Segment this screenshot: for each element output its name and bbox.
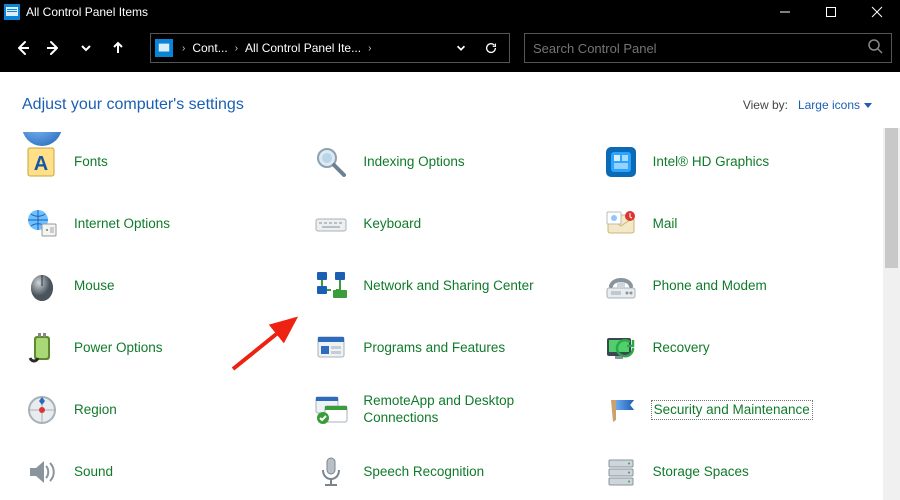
programs-features-icon [311,328,351,368]
item-phone-modem[interactable]: Phone and Modem [601,264,882,308]
address-bar-icon [155,39,173,57]
phone-modem-icon [601,266,641,306]
forward-button[interactable] [40,34,68,62]
item-sound[interactable]: Sound [22,450,303,494]
item-keyboard[interactable]: Keyboard [311,202,592,246]
speech-recognition-icon [311,452,351,492]
remoteapp-icon [311,390,351,430]
item-region[interactable]: Region [22,388,303,432]
breadcrumb-all-items[interactable]: All Control Panel Ite... [243,41,363,55]
item-label: Indexing Options [363,154,464,171]
item-programs-features[interactable]: Programs and Features [311,326,592,370]
item-network-sharing-center[interactable]: Network and Sharing Center [311,264,592,308]
item-remoteapp-desktop[interactable]: RemoteApp and Desktop Connections [311,388,592,432]
intel-graphics-icon [601,142,641,182]
back-button[interactable] [8,34,36,62]
window-title: All Control Panel Items [26,5,762,19]
page-heading: Adjust your computer's settings [22,96,743,114]
sound-icon [22,452,62,492]
viewby-value: Large icons [798,98,860,112]
vertical-scrollbar[interactable] [883,128,900,500]
item-mouse[interactable]: Mouse [22,264,303,308]
recent-locations-button[interactable] [72,34,100,62]
storage-spaces-icon [601,452,641,492]
keyboard-icon [311,204,351,244]
item-label: Phone and Modem [653,278,767,295]
item-label: Region [74,402,117,419]
search-icon[interactable] [867,38,883,59]
scrollbar-thumb[interactable] [885,128,898,268]
item-label: Sound [74,464,113,481]
item-storage-spaces[interactable]: Storage Spaces [601,450,882,494]
item-fonts[interactable]: A Fonts [22,140,303,184]
item-grid: A Fonts Indexing Options Intel® HD Graph… [0,140,900,494]
breadcrumb-control-panel[interactable]: Cont... [190,41,229,55]
mouse-icon [22,266,62,306]
viewby-selector[interactable]: Large icons [798,98,872,112]
item-label: Security and Maintenance [653,402,811,419]
svg-text:A: A [34,153,48,175]
search-bar[interactable] [524,33,892,63]
breadcrumb-separator: › [232,43,241,54]
item-label: Storage Spaces [653,464,749,481]
power-options-icon [22,328,62,368]
item-label: Network and Sharing Center [363,278,533,295]
content-area: Adjust your computer's settings View by:… [0,72,900,500]
security-maintenance-icon [601,390,641,430]
close-button[interactable] [854,0,900,24]
mail-icon [601,204,641,244]
viewby-label: View by: [743,98,788,112]
breadcrumb-separator: › [365,43,374,54]
item-label: Mouse [74,278,115,295]
item-security-maintenance[interactable]: Security and Maintenance [601,388,882,432]
item-indexing-options[interactable]: Indexing Options [311,140,592,184]
app-icon [4,4,20,20]
item-label: RemoteApp and Desktop Connections [363,393,543,427]
fonts-icon: A [22,142,62,182]
item-mail[interactable]: Mail [601,202,882,246]
item-label: Power Options [74,340,163,357]
item-speech-recognition[interactable]: Speech Recognition [311,450,592,494]
indexing-icon [311,142,351,182]
item-label: Speech Recognition [363,464,484,481]
address-bar[interactable]: › Cont... › All Control Panel Ite... › [150,33,510,63]
recovery-icon [601,328,641,368]
internet-options-icon [22,204,62,244]
network-icon [311,266,351,306]
chevron-down-icon [864,103,872,108]
item-label: Mail [653,216,678,233]
item-label: Intel® HD Graphics [653,154,769,171]
item-label: Fonts [74,154,108,171]
item-recovery[interactable]: Recovery [601,326,882,370]
item-label: Internet Options [74,216,170,233]
breadcrumb-separator: › [179,43,188,54]
item-label: Programs and Features [363,340,505,357]
search-input[interactable] [533,41,867,56]
item-internet-options[interactable]: Internet Options [22,202,303,246]
up-button[interactable] [104,34,132,62]
item-label: Recovery [653,340,710,357]
minimize-button[interactable] [762,0,808,24]
region-icon [22,390,62,430]
address-history-button[interactable] [447,34,475,62]
navigation-bar: › Cont... › All Control Panel Ite... › [0,24,900,72]
item-label: Keyboard [363,216,421,233]
maximize-button[interactable] [808,0,854,24]
refresh-button[interactable] [477,34,505,62]
window-titlebar: All Control Panel Items [0,0,900,24]
item-intel-hd-graphics[interactable]: Intel® HD Graphics [601,140,882,184]
item-power-options[interactable]: Power Options [22,326,303,370]
